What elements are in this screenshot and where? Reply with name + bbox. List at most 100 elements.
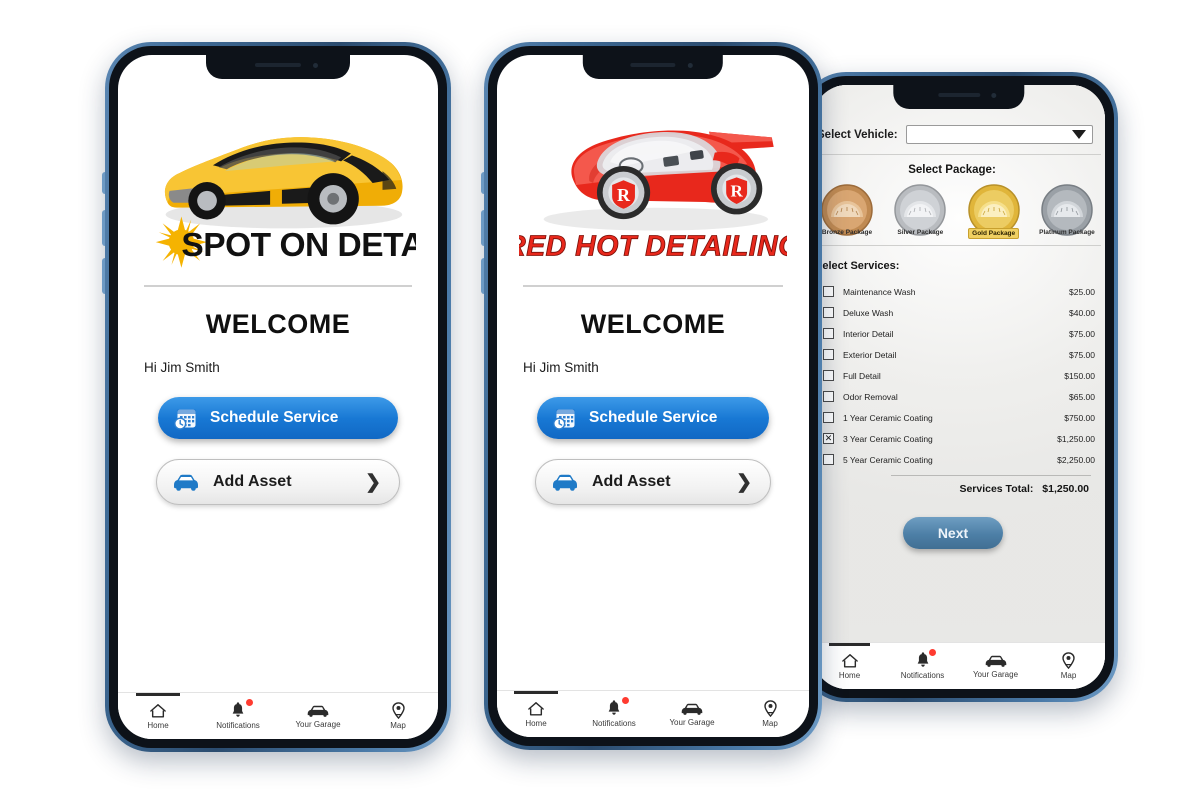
car-front-icon: [681, 703, 703, 715]
package-option-platinum[interactable]: Platinum Package: [1035, 183, 1099, 239]
home-icon: [841, 653, 858, 667]
service-checkbox[interactable]: [823, 391, 834, 402]
service-checkbox[interactable]: [823, 307, 834, 318]
map-pin-icon: [1062, 652, 1075, 669]
next-button[interactable]: Next: [903, 517, 1003, 549]
services-total-label: Services Total:: [959, 483, 1034, 495]
calendar-clock-icon: [172, 405, 198, 431]
service-row[interactable]: Odor Removal $65.00: [813, 386, 1095, 407]
tab-home[interactable]: Home: [813, 643, 886, 689]
service-checkbox[interactable]: [823, 370, 834, 381]
phone1-power-button[interactable]: [102, 258, 105, 294]
service-price: $150.00: [1064, 370, 1095, 381]
service-row[interactable]: Deluxe Wash $40.00: [813, 302, 1095, 323]
service-name: Interior Detail: [843, 328, 894, 339]
phone2-home-content: R R RED HOT DETAILING WELCOME Hi Jim Smi…: [497, 55, 809, 737]
phone1-volume-down-button[interactable]: [102, 210, 105, 246]
service-row[interactable]: 5 Year Ceramic Coating $2,250.00: [813, 449, 1095, 470]
service-row[interactable]: Maintenance Wash $25.00: [813, 281, 1095, 302]
service-name: 5 Year Ceramic Coating: [843, 454, 933, 465]
service-checkbox[interactable]: [823, 412, 834, 423]
tab-notifications[interactable]: Notifications: [198, 693, 278, 739]
service-name: Deluxe Wash: [843, 307, 894, 318]
schedule-service-label: Schedule Service: [589, 409, 718, 426]
service-name: 1 Year Ceramic Coating: [843, 412, 933, 423]
car-icon: [171, 472, 201, 492]
phone1-bezel: SPOT ON DETAILING WELCOME Hi Jim Smith: [109, 46, 447, 748]
spot-on-detailing-wordmark: SPOT ON DETAILING: [181, 227, 416, 264]
service-row[interactable]: Interior Detail $75.00: [813, 323, 1095, 344]
notification-badge: [621, 697, 629, 704]
service-row[interactable]: 1 Year Ceramic Coating $750.00: [813, 407, 1095, 428]
package-label-silver: Silver Package: [897, 229, 944, 236]
svg-text:R: R: [617, 185, 631, 205]
tab-your-garage[interactable]: Your Garage: [959, 643, 1032, 689]
tab-map-label: Map: [1060, 671, 1077, 680]
phone2-volume-button[interactable]: [481, 172, 484, 194]
service-checkbox[interactable]: [823, 454, 834, 465]
services-total: Services Total: $1,250.00: [813, 483, 1105, 495]
select-services-title: Select Services:: [815, 260, 900, 272]
chevron-right-icon: ❯: [365, 471, 381, 493]
red-hot-detailing-logo: R R RED HOT DETAILING: [519, 89, 787, 279]
chevron-down-icon: [1072, 130, 1086, 139]
package-option-bronze[interactable]: Bronze Package: [815, 183, 879, 239]
phone2-power-button[interactable]: [481, 258, 484, 294]
calendar-clock-icon: [551, 405, 577, 431]
tab-your-garage[interactable]: Your Garage: [653, 691, 731, 737]
services-total-rule: [891, 475, 1091, 476]
car-front-icon: [985, 655, 1006, 667]
front-camera-icon: [687, 63, 693, 68]
service-name: Exterior Detail: [843, 349, 897, 360]
phone1-notch: [206, 55, 350, 79]
tab-map[interactable]: Map: [1032, 643, 1105, 689]
chevron-right-icon: ❯: [736, 471, 752, 493]
phone1-greeting: Hi Jim Smith: [144, 360, 220, 375]
service-checkbox-checked[interactable]: [823, 433, 834, 444]
tab-map[interactable]: Map: [731, 691, 809, 737]
service-checkbox[interactable]: [823, 328, 834, 339]
tab-your-garage[interactable]: Your Garage: [278, 693, 358, 739]
service-price: $750.00: [1064, 412, 1095, 423]
tab-map[interactable]: Map: [358, 693, 438, 739]
phone2-greeting: Hi Jim Smith: [523, 360, 599, 375]
tab-home-label: Home: [838, 670, 861, 680]
tab-notifications[interactable]: Notifications: [575, 691, 653, 737]
tab-notifications-label: Notifications: [592, 719, 636, 728]
phone2-volume-down-button[interactable]: [481, 210, 484, 246]
schedule-service-label: Schedule Service: [210, 409, 339, 426]
phone3-order-content: Select Vehicle: Select Package: Bronze P…: [813, 85, 1105, 689]
add-asset-button[interactable]: Add Asset ❯: [156, 459, 400, 505]
wheel-front-emblem: R: [596, 165, 651, 220]
package-option-gold[interactable]: Gold Package: [962, 183, 1026, 239]
earpiece-speaker-icon: [630, 63, 676, 67]
order-divider-2: [813, 245, 1101, 246]
tab-notifications[interactable]: Notifications: [886, 643, 959, 689]
front-camera-icon: [313, 63, 319, 68]
select-vehicle-dropdown[interactable]: [905, 125, 1093, 144]
home-icon: [150, 703, 166, 717]
service-row[interactable]: 3 Year Ceramic Coating $1,250.00: [813, 428, 1095, 449]
schedule-service-button[interactable]: Schedule Service: [537, 397, 769, 439]
package-option-silver[interactable]: Silver Package: [888, 183, 952, 239]
service-row[interactable]: Exterior Detail $75.00: [813, 344, 1095, 365]
home-icon: [528, 701, 544, 715]
tab-home[interactable]: Home: [497, 691, 575, 737]
front-camera-icon: [990, 93, 996, 98]
tab-home[interactable]: Home: [118, 693, 198, 739]
phone3-screen: Select Vehicle: Select Package: Bronze P…: [813, 85, 1105, 689]
red-hot-detailing-wordmark: RED HOT DETAILING: [519, 230, 787, 262]
service-price: $75.00: [1069, 328, 1095, 339]
service-row[interactable]: Full Detail $150.00: [813, 365, 1095, 386]
tab-your-garage-label: Your Garage: [972, 670, 1019, 679]
service-checkbox[interactable]: [823, 349, 834, 360]
schedule-service-button[interactable]: Schedule Service: [158, 397, 398, 439]
bell-icon: [917, 652, 928, 667]
package-label-bronze: Bronze Package: [821, 229, 873, 236]
wheel-emblem-letter: R: [730, 181, 743, 200]
phone1-volume-button[interactable]: [102, 172, 105, 194]
service-price: $25.00: [1069, 286, 1095, 297]
add-asset-label: Add Asset: [592, 473, 671, 490]
add-asset-button[interactable]: Add Asset ❯: [535, 459, 771, 505]
service-checkbox[interactable]: [823, 286, 834, 297]
